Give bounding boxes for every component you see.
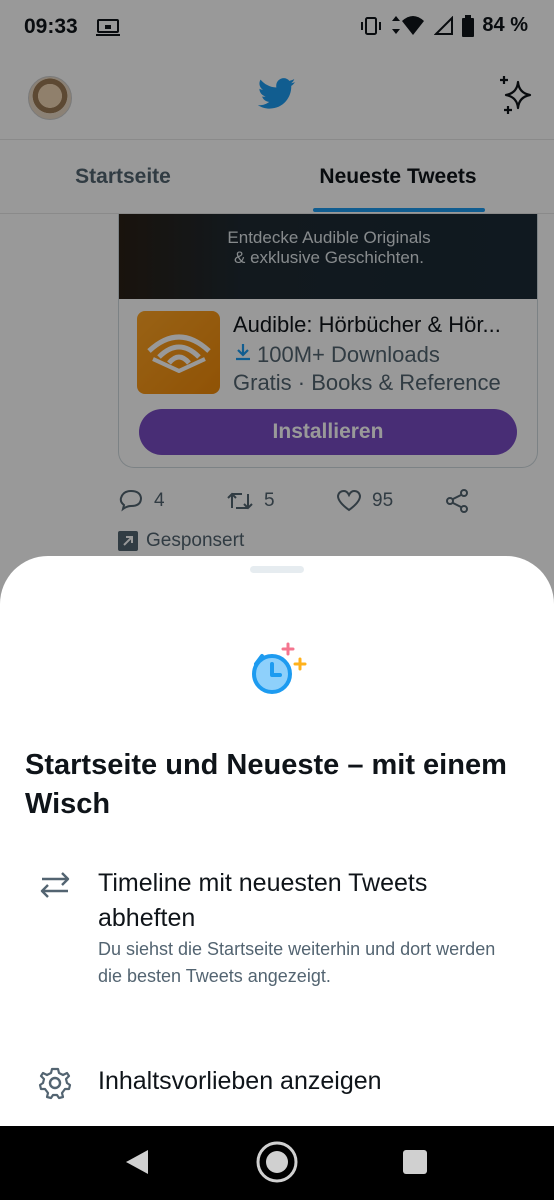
system-nav-bar — [0, 1126, 554, 1200]
sheet-title: Startseite und Neueste – mit einem Wisch — [25, 749, 507, 820]
back-icon[interactable] — [124, 1148, 150, 1181]
gear-icon — [38, 1066, 72, 1105]
recent-apps-icon[interactable] — [403, 1150, 427, 1174]
content-preferences-option[interactable]: Inhaltsvorlieben anzeigen — [98, 1064, 518, 1099]
swap-arrows-icon — [38, 870, 72, 905]
home-icon[interactable] — [255, 1140, 299, 1189]
clock-sparkle-icon — [246, 642, 310, 707]
bottom-sheet: Startseite und Neueste – mit einem Wisch… — [0, 556, 554, 1126]
sheet-drag-handle[interactable] — [250, 566, 304, 573]
pin-latest-timeline-option[interactable]: Timeline mit neuesten Tweets abheften — [98, 866, 518, 936]
pin-latest-timeline-description: Du siehst die Startseite weiterhin und d… — [98, 939, 496, 986]
